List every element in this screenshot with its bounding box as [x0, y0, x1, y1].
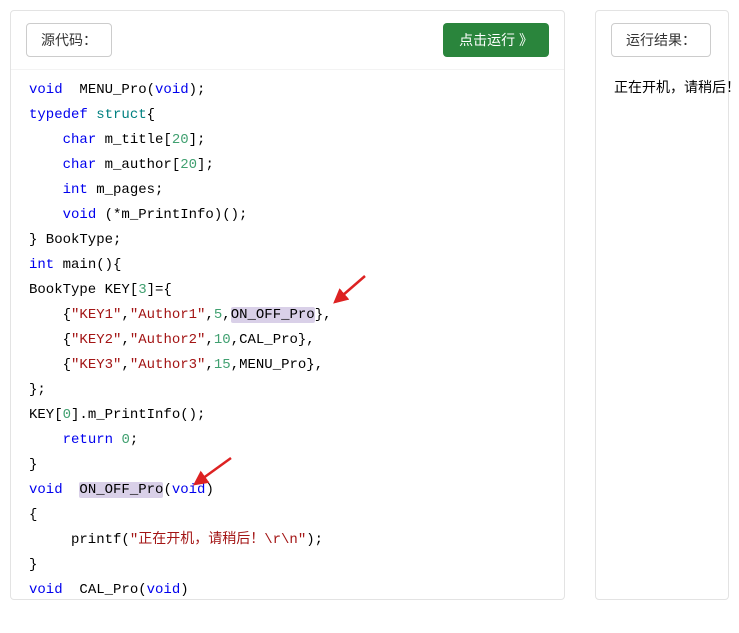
code-line: }: [29, 453, 560, 478]
result-output: 正在开机，请稍后！: [596, 69, 728, 105]
code-line: BookType KEY[3]={: [29, 278, 560, 303]
result-panel: 运行结果： 正在开机，请稍后！: [595, 10, 729, 600]
highlight-on-off-pro-2: ON_OFF_Pro: [79, 482, 163, 498]
code-line: } BookType;: [29, 228, 560, 253]
code-line: void ON_OFF_Pro(void): [29, 478, 560, 503]
code-line: char m_author[20];: [29, 153, 560, 178]
code-line: char m_title[20];: [29, 128, 560, 153]
code-line: {"KEY1","Author1",5,ON_OFF_Pro},: [29, 303, 560, 328]
highlight-on-off-pro-1: ON_OFF_Pro: [231, 307, 315, 323]
source-header: 源代码： 点击运行 》: [11, 11, 564, 69]
code-line: return 0;: [29, 428, 560, 453]
code-line: void (*m_PrintInfo)();: [29, 203, 560, 228]
code-line: typedef struct{: [29, 103, 560, 128]
source-label: 源代码：: [26, 23, 112, 57]
code-line: };: [29, 378, 560, 403]
code-line: int m_pages;: [29, 178, 560, 203]
code-line: {"KEY2","Author2",10,CAL_Pro},: [29, 328, 560, 353]
code-line: {: [29, 503, 560, 528]
code-line: printf("正在开机，请稍后！\r\n");: [29, 528, 560, 553]
code-line: void CAL_Pro(void): [29, 578, 560, 599]
main-container: 源代码： 点击运行 》 void MENU_Pro(void);typedef …: [10, 10, 729, 600]
result-header: 运行结果：: [596, 11, 728, 69]
code-line: KEY[0].m_PrintInfo();: [29, 403, 560, 428]
code-line: int main(){: [29, 253, 560, 278]
code-line: void MENU_Pro(void);: [29, 78, 560, 103]
result-label: 运行结果：: [611, 23, 711, 57]
code-editor[interactable]: void MENU_Pro(void);typedef struct{ char…: [11, 69, 564, 599]
code-line: {"KEY3","Author3",15,MENU_Pro},: [29, 353, 560, 378]
code-line: }: [29, 553, 560, 578]
run-button[interactable]: 点击运行 》: [443, 23, 549, 57]
source-panel: 源代码： 点击运行 》 void MENU_Pro(void);typedef …: [10, 10, 565, 600]
